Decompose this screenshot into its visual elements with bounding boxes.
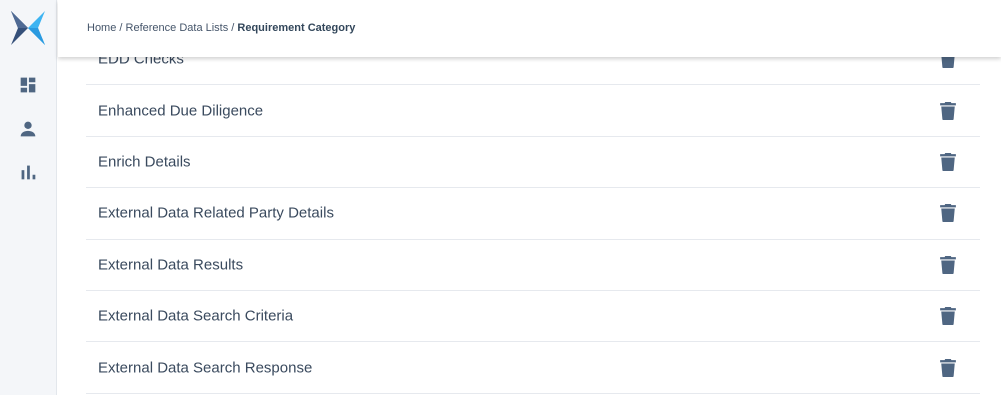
list-item-label: External Data Search Response <box>98 359 313 377</box>
trash-icon <box>940 101 956 120</box>
list-item-label: Enhanced Due Diligence <box>98 102 264 120</box>
list-item-label: External Data Related Party Details <box>98 204 334 222</box>
list-item[interactable]: Enhanced Due Diligence <box>86 85 980 137</box>
breadcrumb: Home / Reference Data Lists / Requiremen… <box>87 22 355 34</box>
breadcrumb-home[interactable]: Home <box>87 22 116 34</box>
list-item-label: External Data Results <box>98 256 244 274</box>
trash-icon <box>940 255 956 274</box>
app-logo[interactable] <box>10 9 46 47</box>
top-bar: Home / Reference Data Lists / Requiremen… <box>58 0 1001 57</box>
trash-icon <box>940 152 956 171</box>
sidebar <box>0 0 57 395</box>
delete-button[interactable] <box>940 204 956 223</box>
list-item[interactable]: External Data Results <box>86 240 980 291</box>
logo-icon <box>11 11 45 45</box>
list-item[interactable]: External Data Search Response <box>86 342 980 394</box>
delete-button[interactable] <box>940 101 956 120</box>
trash-icon <box>940 358 956 377</box>
breadcrumb-separator: / <box>116 22 126 34</box>
requirement-category-list: EDD Checks Enhanced Due Diligence Enrich D… <box>86 34 980 394</box>
breadcrumb-current: Requirement Category <box>237 22 356 34</box>
delete-button[interactable] <box>940 152 956 171</box>
trash-icon <box>940 307 956 326</box>
breadcrumb-reference-data-lists[interactable]: Reference Data Lists <box>126 22 229 34</box>
delete-button[interactable] <box>940 358 956 377</box>
list-item-label: External Data Search Criteria <box>98 307 294 325</box>
sidebar-item-dashboard[interactable] <box>17 74 39 96</box>
list-item-label: Enrich Details <box>98 153 191 171</box>
bar-chart-icon <box>21 165 36 180</box>
delete-button[interactable] <box>940 307 956 326</box>
sidebar-item-reports[interactable] <box>17 161 39 183</box>
list-item[interactable]: External Data Search Criteria <box>86 291 980 343</box>
user-icon <box>20 121 36 137</box>
dashboard-icon <box>20 77 36 93</box>
delete-button[interactable] <box>940 255 956 274</box>
list-item[interactable]: Enrich Details <box>86 137 980 189</box>
trash-icon <box>940 204 956 223</box>
list-item[interactable]: External Data Related Party Details <box>86 188 980 240</box>
sidebar-item-user[interactable] <box>17 118 39 140</box>
